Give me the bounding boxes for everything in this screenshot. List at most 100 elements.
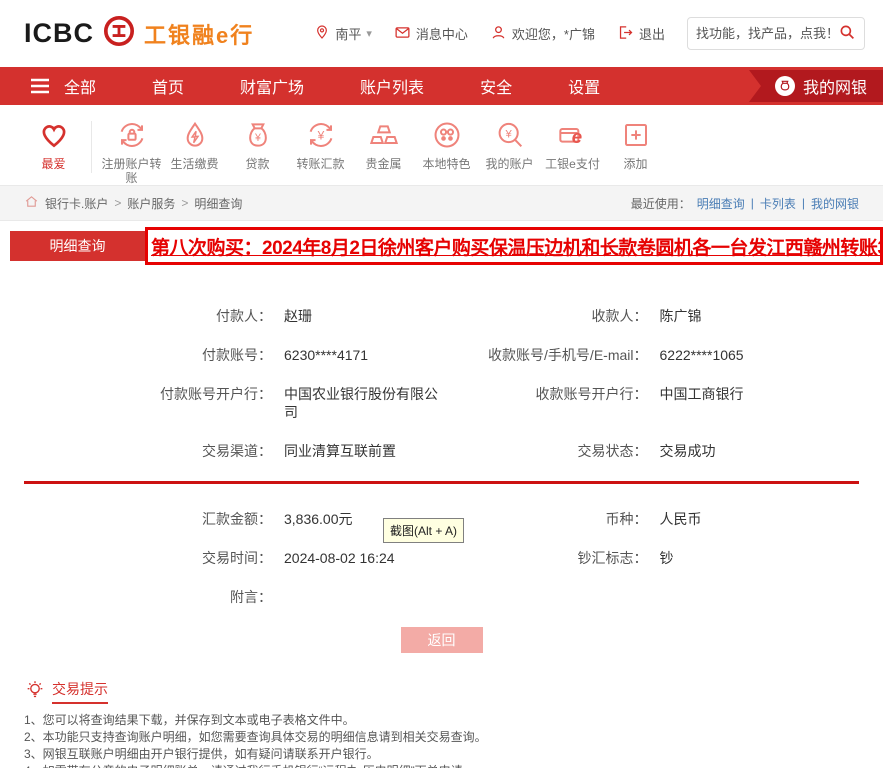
search-input[interactable] [696,26,838,41]
recent-link-card-list[interactable]: 卡列表 [760,195,796,212]
page: ICBC 工银融e行 南平 ▾ 消息中心 欢迎您，*广锦 退出 找功能，找产品，… [0,0,883,768]
icbc-epay-icon: e [558,126,582,147]
shortcut-life-payment[interactable]: 生活缴费 [163,119,226,171]
shortcut-icbc-epay[interactable]: e 工银e支付 [541,119,604,171]
nav-item-all[interactable]: 全部 [64,74,96,98]
nav-item-security[interactable]: 安全 [480,74,512,98]
local-features-icon [434,122,459,148]
svg-text:¥: ¥ [504,128,512,140]
shortcut-my-account[interactable]: ¥ 我的账户 [478,119,541,171]
field-label: 付款人： [216,308,272,324]
tip-item: 1、您可以将查询结果下载，并保存到文本或电子表格文件中。 [24,713,355,727]
shortcut-label: 本地特色 [422,157,471,171]
shortcut-bar: 最爱 注册账户转账 生活缴费 ¥ 贷款 ¥ 转账汇款 贵金属 本地特色 ¥ 我的… [0,105,883,185]
my-ebank-label: 我的网银 [802,80,867,97]
cash-remit-flag: 钞 [659,550,674,566]
annotation-box: 第八次购买：2024年8月2日徐州客户购买保温压边机和长款卷圆机各一台发江西赣州… [145,227,883,265]
transaction-status: 交易成功 [659,443,716,459]
svg-text:e: e [571,126,581,147]
field-label: 付款账号开户行： [160,386,272,402]
recent-link-detail-query[interactable]: 明细查询 [697,195,745,212]
exit-icon [617,24,634,44]
hamburger-menu-icon[interactable] [30,78,50,94]
currency: 人民币 [659,511,702,527]
nav-item-settings[interactable]: 设置 [568,74,600,98]
search-box[interactable] [687,17,865,50]
detail-row: 附言： [0,588,883,606]
tip-item: 4、如需带有公章的电子明细账单，请通过我行手机银行“远程办-历史明细”下单申请。 [24,763,859,768]
location-selector[interactable]: 南平 ▾ [314,24,372,43]
red-divider [24,481,859,484]
payee-account: 6222****1065 [659,347,744,363]
breadcrumb-level2[interactable]: 账户服务 [127,195,175,212]
chevron-down-icon: ▾ [366,28,372,40]
life-payment-icon [186,121,203,147]
shortcut-label: 工银e支付 [545,157,600,171]
transaction-channel: 同业清算互联前置 [284,443,396,459]
precious-metals-icon [369,125,398,144]
location-pin-icon [314,24,330,43]
payer-name: 赵珊 [284,308,312,324]
shortcut-local-features[interactable]: 本地特色 [415,119,478,171]
nav-item-wealth[interactable]: 财富广场 [240,74,304,98]
transaction-tips: 交易提示 1、您可以将查询结果下载，并保存到文本或电子表格文件中。 2、本功能只… [0,653,883,768]
payer-account: 6230****4171 [284,347,369,363]
detail-row: 交易渠道： 同业清算互联前置 交易状态： 交易成功 [0,442,883,460]
transaction-time: 2024-08-02 16:24 [284,550,395,566]
field-label: 币种： [605,511,648,527]
top-header: ICBC 工银融e行 南平 ▾ 消息中心 欢迎您，*广锦 退出 找功能，找产品，… [0,0,883,67]
divider [91,121,92,173]
home-icon[interactable] [24,194,39,212]
recent-used-label: 最近使用： [630,196,691,211]
svg-text:¥: ¥ [316,129,324,143]
logout-label: 退出 [638,27,665,42]
tip-item: 2、本功能只支持查询账户明细，如您需要查询具体交易的明细信息请到相关交易查询。 [24,730,487,744]
field-label: 钞汇标志： [577,550,648,566]
shortcut-favorite[interactable]: 最爱 [22,119,85,171]
icbc-logo-text: ICBC [24,18,94,48]
field-label: 付款账号： [202,347,272,363]
add-icon [624,124,647,146]
transaction-detail-form: 付款人： 赵珊 收款人： 陈广锦 付款账号： 6230****4171 收款账号/手机… [0,261,883,653]
shortcut-precious-metals[interactable]: 贵金属 [352,119,415,171]
shortcut-add[interactable]: 添加 [604,119,667,171]
logout-button[interactable]: 退出 [617,24,665,44]
recent-link-my-ebank[interactable]: 我的网银 [811,195,859,212]
field-label: 收款人： [591,308,648,324]
payee-name: 陈广锦 [659,308,702,324]
nav-item-home[interactable]: 首页 [152,74,184,98]
shortcut-register-transfer[interactable]: 注册账户转账 [100,119,163,185]
logo[interactable]: ICBC 工银融e行 [24,14,254,53]
tip-item: 3、网银互联账户明细由开户银行提供，如有疑问请联系开户银行。 [24,747,379,761]
icbc-emblem-icon [102,14,136,53]
field-label: 交易渠道： [202,443,272,459]
loan-icon: ¥ [248,123,267,147]
shortcut-label: 添加 [623,157,648,171]
message-center-link[interactable]: 消息中心 [394,24,468,44]
field-label: 收款账号/手机号/E-mail： [488,347,648,363]
welcome-label: 欢迎您，*广锦 [511,27,595,42]
nav-item-accounts[interactable]: 账户列表 [360,74,424,98]
field-label: 交易时间： [202,550,272,566]
brand-name: 工银融e行 [144,22,255,48]
shortcut-transfer-remittance[interactable]: ¥ 转账汇款 [289,119,352,171]
back-button[interactable]: 返回 [400,627,483,653]
lightbulb-icon [24,679,46,704]
location-label: 南平 [335,27,362,42]
breadcrumb-level3[interactable]: 明细查询 [194,195,242,212]
search-icon[interactable] [838,23,856,44]
transfer-remittance-icon: ¥ [309,123,332,147]
person-icon [490,24,507,44]
register-transfer-icon [120,123,143,147]
my-ebank-badge[interactable]: 我的网银 [748,70,883,102]
breadcrumb: 银行卡.账户 > 账户服务 > 明细查询 [24,194,242,212]
breadcrumb-level1[interactable]: 银行卡.账户 [45,195,108,212]
payee-bank: 中国工商银行 [659,386,744,402]
welcome-user[interactable]: 欢迎您，*广锦 [490,24,595,44]
annotation-text: 第八次购买：2024年8月2日徐州客户购买保温压边机和长款卷圆机各一台发江西赣州… [151,237,883,259]
svg-text:¥: ¥ [254,132,261,144]
tab-detail-query[interactable]: 明细查询 [10,231,145,261]
shortcut-label: 最爱 [41,157,66,171]
shortcut-loan[interactable]: ¥ 贷款 [226,119,289,171]
detail-row: 付款人： 赵珊 收款人： 陈广锦 [0,307,883,325]
